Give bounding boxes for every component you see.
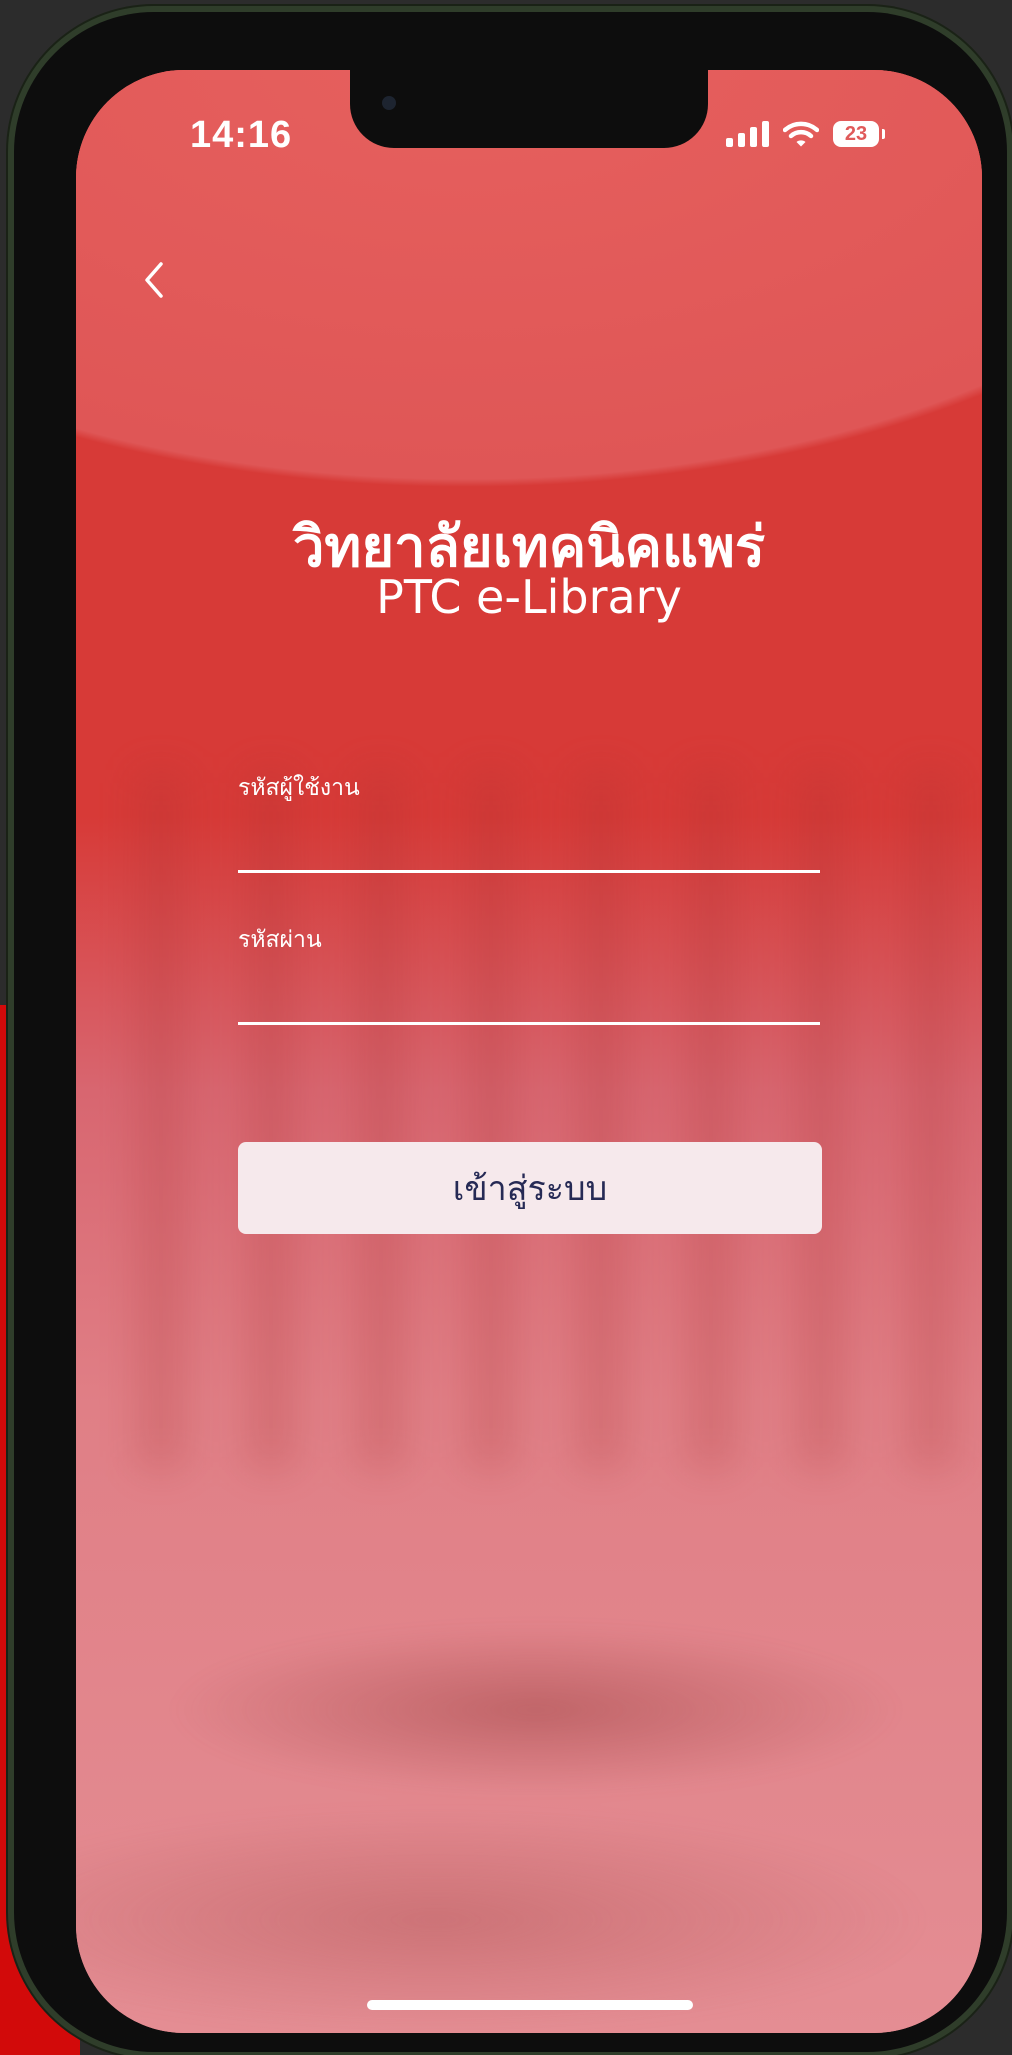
phone-screen: 14:16 23 วิทยาลัยเทคนิคแพร่ PTC e-Librar… — [76, 70, 982, 2033]
login-button[interactable]: เข้าสู่ระบบ — [238, 1142, 822, 1234]
status-time: 14:16 — [190, 114, 293, 156]
battery-icon: 23 — [833, 121, 885, 147]
app-title-english: PTC e-Library — [376, 570, 682, 624]
username-label: รหัสผู้ใช้งาน — [238, 775, 360, 801]
username-input[interactable] — [238, 820, 820, 873]
password-input[interactable] — [238, 972, 820, 1025]
front-camera — [382, 96, 396, 110]
status-indicators: 23 — [726, 120, 885, 148]
background-open-book — [76, 1590, 982, 2033]
password-label: รหัสผ่าน — [238, 927, 322, 953]
back-button[interactable] — [131, 250, 181, 310]
background-bookshelf — [76, 770, 982, 1470]
home-indicator — [367, 2000, 693, 2010]
chevron-left-icon — [145, 262, 163, 298]
phone-frame: 14:16 23 วิทยาลัยเทคนิคแพร่ PTC e-Librar… — [14, 12, 1007, 2052]
cellular-signal-icon — [726, 121, 769, 147]
wifi-icon — [783, 121, 819, 147]
notch — [350, 70, 708, 148]
